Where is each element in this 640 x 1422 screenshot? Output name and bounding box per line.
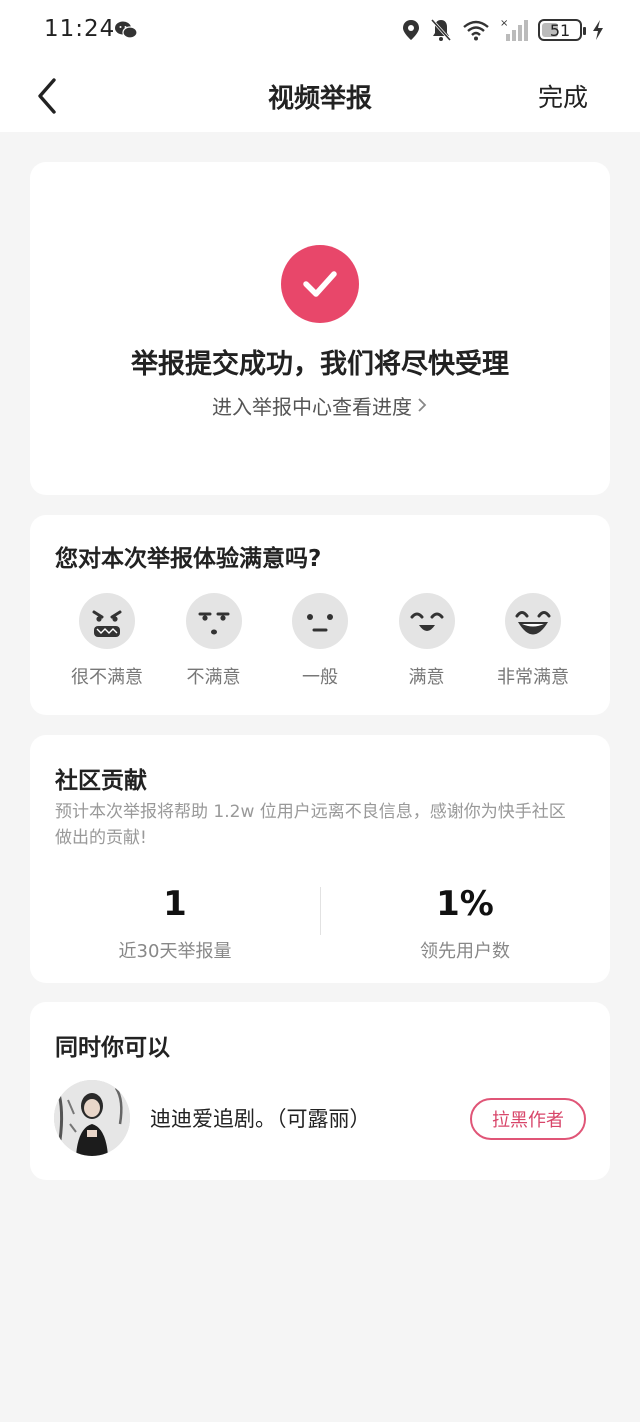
status-bar: 11:24 × 51 bbox=[0, 0, 640, 60]
satisfaction-options: 很不满意 不满意 一般 满意 非常满意 bbox=[54, 593, 586, 689]
avatar[interactable] bbox=[54, 1080, 130, 1156]
rating-very-satisfied[interactable]: 非常满意 bbox=[480, 593, 586, 689]
rating-neutral[interactable]: 一般 bbox=[267, 593, 373, 689]
stat-label: 近30天举报量 bbox=[118, 941, 232, 962]
report-center-link[interactable]: 进入举报中心查看进度 bbox=[30, 391, 610, 420]
also-title: 同时你可以 bbox=[55, 1035, 170, 1061]
very-satisfied-face-icon bbox=[505, 593, 561, 649]
bell-off-icon bbox=[430, 18, 452, 42]
rating-label: 一般 bbox=[302, 667, 338, 688]
wifi-icon bbox=[463, 20, 489, 41]
rating-satisfied[interactable]: 满意 bbox=[374, 593, 480, 689]
rating-label: 非常满意 bbox=[497, 667, 569, 688]
stat-lead-percent: 1% 领先用户数 bbox=[320, 883, 610, 963]
rating-label: 很不满意 bbox=[71, 667, 143, 688]
status-time: 11:24 bbox=[44, 16, 116, 42]
contribution-title: 社区贡献 bbox=[55, 768, 147, 794]
chevron-right-icon bbox=[418, 398, 427, 412]
stat-label: 领先用户数 bbox=[420, 941, 510, 962]
done-button[interactable]: 完成 bbox=[538, 78, 588, 114]
neutral-face-icon bbox=[292, 593, 348, 649]
author-name[interactable]: 迪迪爱追剧。（可露丽） bbox=[150, 1103, 371, 1133]
dissatisfied-face-icon bbox=[185, 593, 242, 649]
rating-dissatisfied[interactable]: 不满意 bbox=[161, 593, 267, 689]
battery-level: 51 bbox=[549, 20, 571, 40]
svg-text:×: × bbox=[500, 18, 508, 29]
location-icon bbox=[403, 20, 419, 40]
satisfied-face-icon bbox=[398, 593, 455, 649]
success-title: 举报提交成功，我们将尽快受理 bbox=[131, 349, 509, 380]
report-center-link-label: 进入举报中心查看进度 bbox=[212, 395, 412, 419]
rating-label: 满意 bbox=[408, 667, 445, 688]
charging-icon bbox=[593, 20, 603, 40]
battery-indicator: 51 bbox=[538, 19, 586, 41]
nav-bar: 视频举报 完成 bbox=[0, 60, 640, 132]
success-card: 举报提交成功，我们将尽快受理 进入举报中心查看进度 bbox=[30, 162, 610, 495]
contribution-card: 社区贡献 预计本次举报将帮助 1.2w 位用户远离不良信息，感谢你为快手社区做出… bbox=[30, 735, 610, 983]
satisfaction-card: 您对本次举报体验满意吗? 很不满意 不满意 一般 满意 非常满意 bbox=[30, 515, 610, 715]
success-check-icon bbox=[281, 245, 359, 323]
rating-label: 不满意 bbox=[186, 667, 241, 688]
contribution-description: 预计本次举报将帮助 1.2w 位用户远离不良信息，感谢你为快手社区做出的贡献! bbox=[55, 802, 566, 848]
stat-report-count: 1 近30天举报量 bbox=[30, 883, 320, 963]
rating-very-dissatisfied[interactable]: 很不满意 bbox=[54, 593, 160, 689]
also-card: 同时你可以 迪迪爱追剧。（可露丽） 拉黑作者 bbox=[30, 1002, 610, 1180]
stat-value: 1 bbox=[163, 884, 187, 924]
block-author-button[interactable]: 拉黑作者 bbox=[470, 1098, 586, 1140]
stat-value: 1% bbox=[436, 884, 494, 924]
wechat-icon bbox=[115, 21, 138, 39]
status-icons: × 51 bbox=[402, 14, 604, 46]
satisfaction-question: 您对本次举报体验满意吗? bbox=[55, 546, 322, 572]
signal-icon: × bbox=[500, 18, 528, 41]
very-dissatisfied-face-icon bbox=[79, 593, 135, 649]
